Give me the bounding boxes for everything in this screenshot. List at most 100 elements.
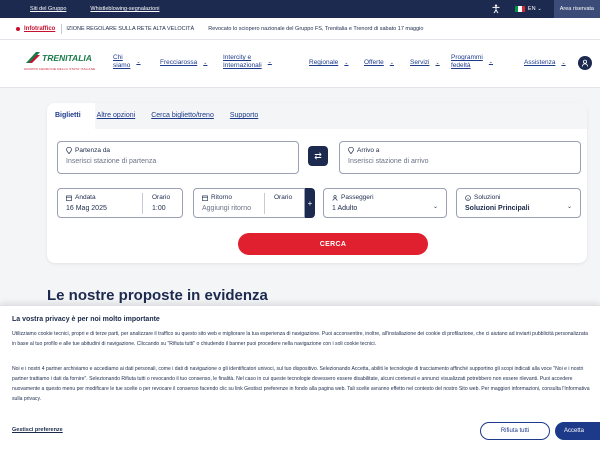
field-label-row: Passeggeri [332,194,374,201]
nav-label: Assistenza [524,59,556,66]
search-tabs: Biglietti Altre opzioni Cerca biglietto/… [47,103,266,129]
solutions-label: Soluzioni [474,194,501,201]
return-date-label: Ritorno [211,194,232,201]
field-label-row: Andata [66,194,96,201]
tab-altre-opzioni[interactable]: Altre opzioni [89,103,144,129]
group-sites-link[interactable]: Siti del Gruppo [30,6,66,12]
departure-date-field[interactable]: Andata 16 Mag 2025 Orario 1:00 [57,188,183,218]
whistleblowing-link[interactable]: Whistleblowing-segnalazioni [90,6,159,12]
language-selector[interactable]: EN [528,6,536,12]
italy-flag-icon [514,6,525,12]
return-date-placeholder: Aggiungi ritorno [202,205,252,212]
user-avatar-button[interactable] [578,56,592,70]
nav-item-intercity[interactable]: Intercity e Internazionali ⌄ [223,54,272,70]
nav-label: Intercity e [223,54,252,61]
chevron-down-icon: ⌄ [389,60,394,66]
logo-wordmark: TRENITALIA [42,53,92,63]
passengers-label: Passeggeri [341,194,374,201]
swap-arrows-icon: ⇄ [314,150,322,161]
departure-date-value: 16 Mag 2025 [66,205,107,212]
reserved-area-button[interactable]: Area riservata [553,0,600,18]
swap-stations-button[interactable]: ⇄ [308,146,328,166]
departure-label: Partenza da [75,147,111,154]
plus-icon: + [307,198,313,208]
person-icon [332,194,338,201]
featured-section-title: Le nostre proposte in evidenza [47,287,268,304]
chevron-down-icon: ⌄ [136,59,141,65]
arrival-station-field[interactable]: Arrivo a Inserisci stazione di arrivo [339,141,581,174]
departure-date-label: Andata [75,194,96,201]
solutions-select[interactable]: Soluzioni Soluzioni Principali ⌄ [456,188,581,218]
accept-button[interactable]: Accetta [555,422,600,440]
cookie-title: La vostra privacy è per noi molto import… [12,316,160,323]
chevron-down-icon: ⌄ [267,59,272,65]
field-label-row: Ritorno [202,194,232,201]
nav-item-programmi-fedelta[interactable]: Programmi fedeltà ⌄ [451,54,493,70]
nav-label: Servizi [410,59,430,66]
info-icon [465,194,471,201]
traffic-message[interactable]: IZIONE REGOLARE SULLA RETE ALTA VELOCITÀ [66,26,194,32]
traffic-message[interactable]: Revocato lo sciopero nazionale del Grupp… [208,26,423,32]
departure-placeholder: Inserisci stazione di partenza [66,158,157,165]
ticket-search-card: Biglietti Altre opzioni Cerca biglietto/… [47,103,587,263]
info-traffic-bar: Infotraffico IZIONE REGOLARE SULLA RETE … [0,18,600,40]
utility-right: EN ⌄ Area riservata [491,0,600,18]
logo-mark-icon [26,52,40,63]
chevron-down-icon: ⌄ [435,60,440,66]
main-nav: TRENITALIA GRUPPO FERROVIE DELLO STATO I… [0,40,600,88]
nav-item-frecciarossa[interactable]: Frecciarossa ⌄ [160,59,207,67]
utility-bar: Siti del Gruppo Whistleblowing-segnalazi… [0,0,600,18]
solutions-value: Soluzioni Principali [465,205,530,212]
tab-cerca-biglietto[interactable]: Cerca biglietto/treno [143,103,222,129]
departure-station-field[interactable]: Partenza da Inserisci stazione di parten… [57,141,299,174]
departure-time-value[interactable]: 1:00 [152,205,166,212]
passengers-value: 1 Adulto [332,205,358,212]
calendar-icon [202,195,208,201]
arrival-label: Arrivo a [357,147,380,154]
tab-biglietti[interactable]: Biglietti [47,103,89,129]
field-label-row: Soluzioni [465,194,500,201]
arrival-placeholder: Inserisci stazione di arrivo [348,158,429,165]
nav-item-assistenza[interactable]: Assistenza ⌄ [524,59,566,67]
departure-time-label: Orario [152,194,171,201]
accessibility-icon[interactable] [491,4,501,14]
chevron-down-icon: ⌄ [203,60,208,66]
manage-preferences-link[interactable]: Gestisci preferenze [12,427,63,433]
logo-tagline: GRUPPO FERROVIE DELLO STATO ITALIANE [24,67,96,71]
nav-label: Regionale [309,59,339,66]
field-label-row: Arrivo a [348,147,379,154]
add-return-button[interactable]: + [305,188,315,218]
reject-all-button[interactable]: Rifiuta tutti [480,422,550,440]
nav-item-offerte[interactable]: Offerte ⌄ [364,59,394,67]
divider [264,193,265,214]
chevron-down-icon: ⌄ [488,59,493,65]
nav-item-regionale[interactable]: Regionale ⌄ [309,59,348,67]
location-pin-icon [348,147,354,154]
return-date-field[interactable]: Ritorno Aggiungi ritorno Orario [193,188,305,218]
divider [142,193,143,214]
chevron-down-icon: ⌄ [566,204,572,210]
chevron-down-icon: ⌄ [344,60,349,66]
nav-label: fedeltà [451,62,471,69]
nav-label: siamo [113,62,131,69]
search-button[interactable]: CERCA [238,233,428,255]
infotraffico-link[interactable]: Infotraffico [24,26,55,32]
tab-supporto[interactable]: Supporto [222,103,266,129]
field-label-row: Partenza da [66,147,110,154]
nav-item-servizi[interactable]: Servizi ⌄ [410,59,440,67]
return-time-label: Orario [274,194,293,201]
trenitalia-logo[interactable]: TRENITALIA GRUPPO FERROVIE DELLO STATO I… [24,49,96,77]
chevron-down-icon: ⌄ [432,204,438,210]
nav-label: Programmi [451,54,483,61]
nav-label: Chi [113,54,123,61]
passengers-select[interactable]: Passeggeri 1 Adulto ⌄ [323,188,447,218]
nav-item-chi-siamo[interactable]: Chi siamo ⌄ [113,54,141,70]
cookie-paragraph: Noi e i nostri 4 partner archiviamo e ac… [12,366,590,402]
calendar-icon [66,195,72,201]
cookie-banner: La vostra privacy è per noi molto import… [0,305,600,450]
location-pin-icon [66,147,72,154]
nav-label: Internazionali [223,62,262,69]
nav-label: Offerte [364,59,384,66]
chevron-down-icon: ⌄ [561,60,566,66]
cookie-paragraph: Utilizziamo cookie tecnici, propri e di … [12,331,588,347]
